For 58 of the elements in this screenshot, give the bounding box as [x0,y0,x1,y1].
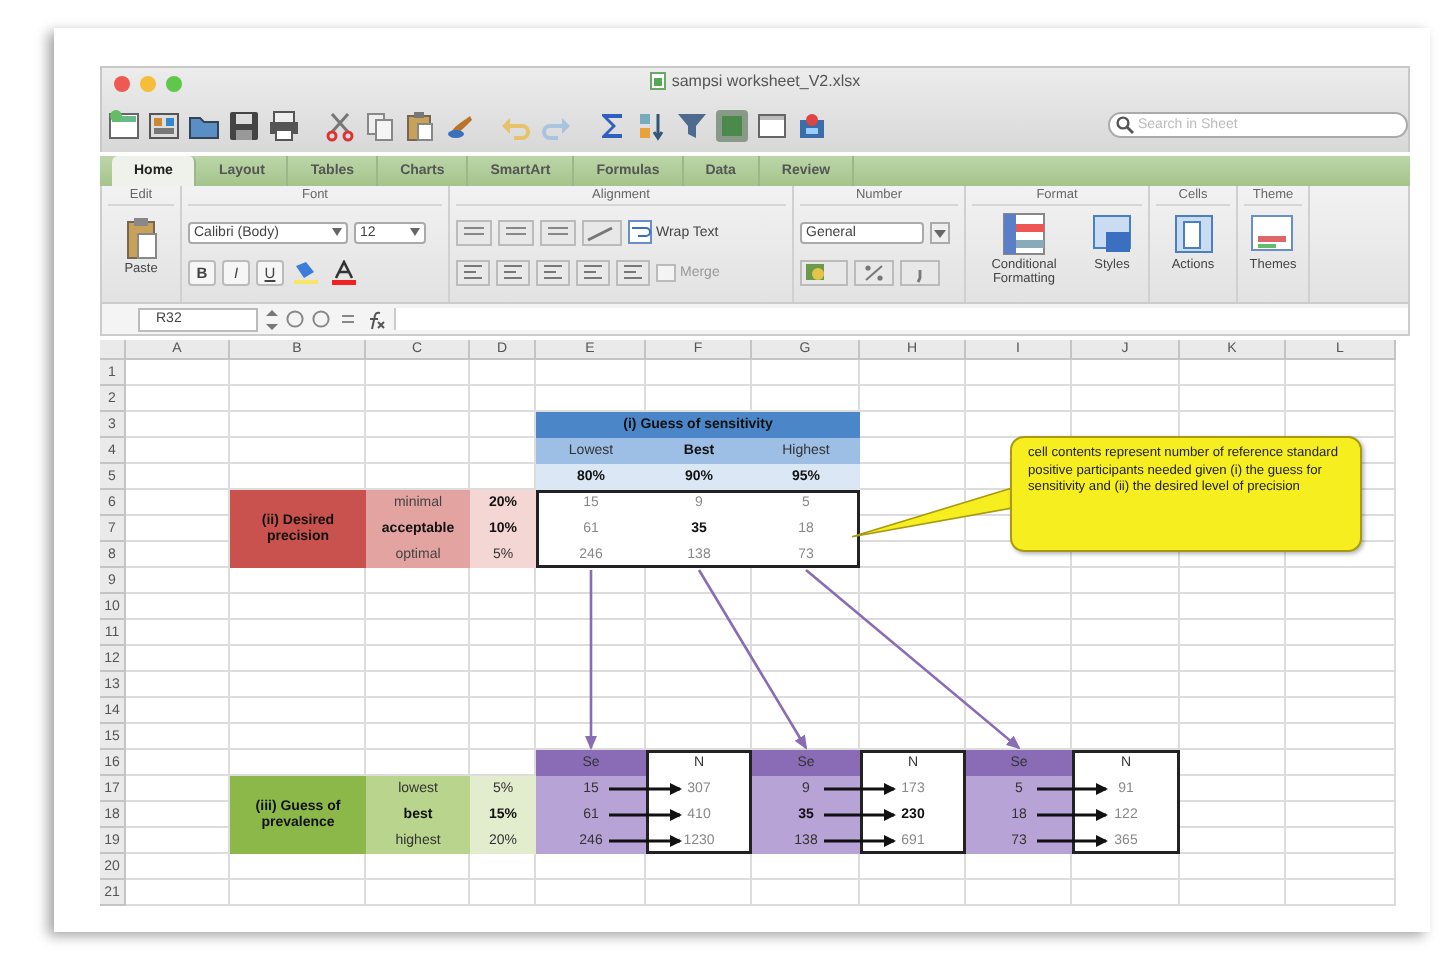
window-title: sampsi worksheet_V2.xlsx [671,72,861,90]
formula-field[interactable] [394,308,1408,330]
cell-outline [860,750,966,854]
save-icon[interactable] [228,109,260,141]
merge-icon [656,263,676,281]
grid-icon[interactable] [148,109,180,141]
dropdown-arrow-icon[interactable] [266,309,278,329]
clipboard-icon[interactable] [404,109,436,141]
sum-icon[interactable] [596,109,628,141]
indent-icon[interactable] [616,259,650,285]
styles-icon [1090,212,1134,256]
dropdown-arrow-icon [332,228,342,236]
theme-icon [1250,212,1295,256]
spreadsheet-icon[interactable] [108,109,140,141]
row-arrow [1037,783,1108,795]
cell-outline [646,750,752,854]
font-color-icon[interactable] [328,259,360,285]
equals-icon[interactable] [338,310,358,328]
row-arrow [609,783,682,795]
gallery-icon[interactable] [716,109,748,141]
currency-icon[interactable] [800,259,848,285]
clipboard-icon [125,216,157,260]
align-left-icon[interactable] [456,259,490,285]
confirm-icon[interactable] [312,310,330,328]
row-arrow [824,809,896,821]
outdent-icon[interactable] [576,259,610,285]
cell-outline [1072,750,1180,854]
align-right-icon[interactable] [536,259,570,285]
copy-icon[interactable] [364,109,396,141]
text-angle-icon[interactable] [582,219,622,245]
filter-icon[interactable] [676,109,708,141]
search-icon [1116,116,1134,134]
dropdown-arrow-icon [410,228,420,236]
function-icon[interactable] [366,309,386,329]
table-format-icon [1002,212,1046,256]
cells-icon [1171,212,1215,256]
close-button[interactable] [114,75,130,91]
media-icon[interactable] [796,109,828,141]
sort-icon[interactable] [636,109,668,141]
row-arrow [1037,835,1108,847]
row-arrow [824,783,896,795]
row-arrow [1037,809,1108,821]
fill-color-icon[interactable] [290,259,322,285]
align-middle-icon[interactable] [498,219,534,245]
row-arrow [609,835,682,847]
align-center-icon[interactable] [496,259,530,285]
row-arrow [609,809,682,821]
sidebar-icon[interactable] [756,109,788,141]
cancel-icon[interactable] [286,310,304,328]
spreadsheet-file-icon [649,72,666,90]
wrap-text-icon [628,220,652,244]
percent-icon[interactable] [854,259,894,285]
align-bottom-icon[interactable] [540,219,576,245]
comma-icon[interactable] [900,259,940,285]
row-arrow [824,835,896,847]
align-top-icon[interactable] [456,219,492,245]
scissors-icon[interactable] [324,109,356,141]
print-icon[interactable] [268,109,300,141]
